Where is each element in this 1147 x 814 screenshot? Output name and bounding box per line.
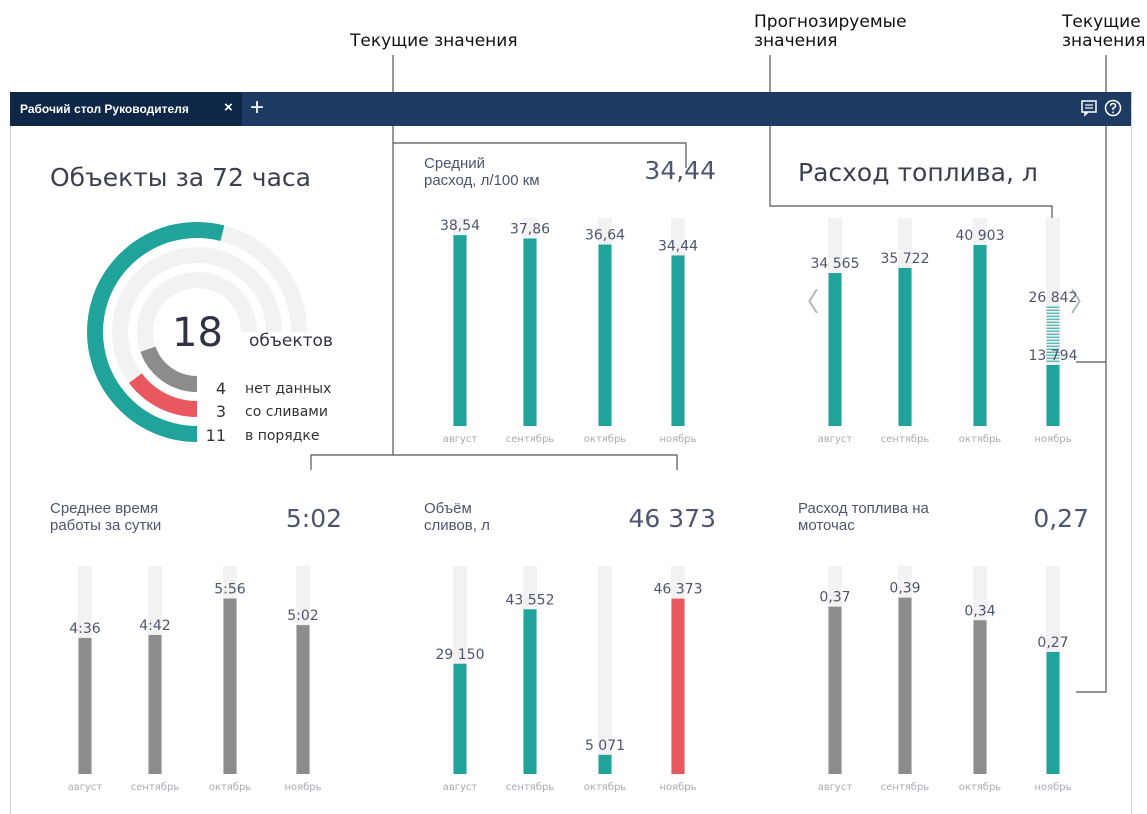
bar-value-label: 13 794 — [1029, 348, 1078, 364]
bar-value-label: 4:36 — [69, 621, 101, 637]
tab-label: Рабочий стол Руководителя — [20, 102, 189, 116]
forecast-label: 26 842 — [1029, 290, 1078, 306]
bar-value-label: 0,34 — [964, 603, 995, 619]
avg-consumption-title: Средний расход, л/100 км — [424, 155, 540, 189]
bar-value-label: 37,86 — [510, 222, 550, 238]
bar-value-label: 34,44 — [658, 238, 698, 254]
bar[interactable] — [148, 635, 162, 774]
drain-volume-chart: 29 150 август 43 552 сентябрь 5 071 октябрь 46… — [436, 566, 703, 793]
bar-value-label: 40 903 — [956, 228, 1005, 244]
category-label: ноябрь — [1034, 434, 1071, 445]
bar-value-label: 4:42 — [139, 618, 170, 634]
bar[interactable] — [898, 597, 912, 774]
drain-volume-title-line2: сливов, л — [424, 517, 490, 534]
objects-total: 18 — [172, 310, 223, 356]
drain-volume-title-line1: Объём — [424, 500, 472, 517]
objects-count-nodata: 4 — [215, 379, 226, 398]
avg-consumption-title-line2: расход, л/100 км — [424, 172, 540, 189]
avg-consumption-chart: 38,54 август 37,86 сентябрь 36,64 октябрь 34,4… — [440, 218, 698, 445]
bar[interactable] — [973, 620, 987, 774]
avg-consumption-title-line1: Средний — [424, 155, 485, 172]
bar[interactable] — [78, 637, 92, 774]
fuel-consumption-chart: 34 565 август 35 722 сентябрь 40 903 октябрь 2… — [811, 218, 1078, 445]
category-label: сентябрь — [881, 782, 930, 793]
bar[interactable] — [828, 606, 842, 774]
bar-value-label: 29 150 — [436, 647, 485, 663]
bar[interactable] — [828, 273, 842, 426]
bar[interactable] — [671, 255, 685, 426]
bar[interactable] — [296, 625, 310, 774]
bar[interactable] — [523, 609, 537, 774]
avg-consumption-value: 34,44 — [644, 156, 716, 185]
avg-worktime-chart: 4:36 август 4:42 сентябрь 5:56 октябрь 5:02 ноя… — [68, 566, 322, 793]
category-label: ноябрь — [284, 782, 321, 793]
objects-label-drains: со сливами — [245, 404, 328, 420]
bar-value-label: 46 373 — [654, 582, 703, 598]
objects-label-nodata: нет данных — [245, 381, 332, 397]
bar[interactable] — [671, 598, 685, 774]
category-label: сентябрь — [131, 782, 180, 793]
fuel-motohour-chart: 0,37 август 0,39 сентябрь 0,34 октябрь 0,27 ноя… — [818, 566, 1072, 793]
bar[interactable] — [1046, 364, 1060, 426]
add-tab-icon[interactable]: + — [250, 94, 264, 122]
category-label: август — [818, 782, 853, 793]
category-label: сентябрь — [506, 434, 555, 445]
drain-volume-value: 46 373 — [628, 504, 716, 533]
category-label: август — [68, 782, 103, 793]
bar-value-label: 43 552 — [506, 592, 555, 608]
bar[interactable] — [523, 238, 537, 426]
bar[interactable] — [223, 598, 237, 774]
bar[interactable] — [598, 244, 612, 426]
bar-value-label: 5 071 — [585, 738, 625, 754]
fuel-motohour-title-line1: Расход топлива на — [798, 500, 929, 517]
bar[interactable] — [973, 244, 987, 426]
tab-dashboard[interactable]: Рабочий стол Руководителя × — [10, 92, 242, 126]
drain-volume-title: Объём сливов, л — [424, 500, 490, 534]
avg-worktime-title-line2: работы за сутки — [50, 517, 162, 534]
tab-close-icon[interactable]: × — [224, 99, 233, 116]
category-label: сентябрь — [506, 782, 555, 793]
bar[interactable] — [1046, 651, 1060, 774]
bar-value-label: 0,27 — [1037, 635, 1068, 651]
fuel-motohour-value: 0,27 — [1033, 504, 1089, 533]
objects-title: Объекты за 72 часа — [50, 163, 311, 192]
bar[interactable] — [453, 663, 467, 774]
help-icon[interactable] — [1104, 99, 1122, 117]
bar-value-label: 0,39 — [889, 581, 920, 597]
objects-count-ok: 11 — [205, 426, 226, 445]
comment-icon[interactable] — [1080, 99, 1098, 117]
bar-value-label: 38,54 — [440, 218, 480, 234]
category-label: октябрь — [959, 782, 1002, 793]
fuel-motohour-title: Расход топлива на моточас — [798, 500, 929, 534]
bar-value-label: 35 722 — [881, 251, 930, 267]
bar-value-label: 36,64 — [585, 228, 625, 244]
avg-worktime-title-line1: Среднее время — [50, 500, 159, 517]
fuel-motohour-title-line2: моточас — [798, 517, 855, 534]
category-label: октябрь — [959, 434, 1002, 445]
avg-worktime-title: Среднее время работы за сутки — [50, 500, 161, 534]
category-label: октябрь — [584, 434, 627, 445]
fuel-consumption-title: Расход топлива, л — [798, 158, 1038, 187]
objects-label-ok: в порядке — [245, 428, 320, 444]
category-label: октябрь — [584, 782, 627, 793]
bar[interactable] — [453, 235, 467, 426]
bar-value-label: 0,37 — [819, 590, 850, 606]
category-label: ноябрь — [1034, 782, 1071, 793]
category-label: август — [818, 434, 853, 445]
category-label: сентябрь — [881, 434, 930, 445]
bar-value-label: 34 565 — [811, 256, 860, 272]
bar[interactable] — [598, 754, 612, 774]
category-label: октябрь — [209, 782, 252, 793]
avg-worktime-value: 5:02 — [285, 504, 342, 533]
objects-total-label: объектов — [249, 331, 333, 351]
bar-value-label: 5:56 — [214, 582, 246, 598]
bar[interactable] — [898, 267, 912, 426]
top-bar: Рабочий стол Руководителя × + — [10, 92, 1131, 126]
category-label: ноябрь — [659, 434, 696, 445]
category-label: ноябрь — [659, 782, 696, 793]
category-label: август — [443, 434, 478, 445]
objects-count-drains: 3 — [215, 402, 226, 421]
bar-value-label: 5:02 — [287, 608, 318, 624]
category-label: август — [443, 782, 478, 793]
